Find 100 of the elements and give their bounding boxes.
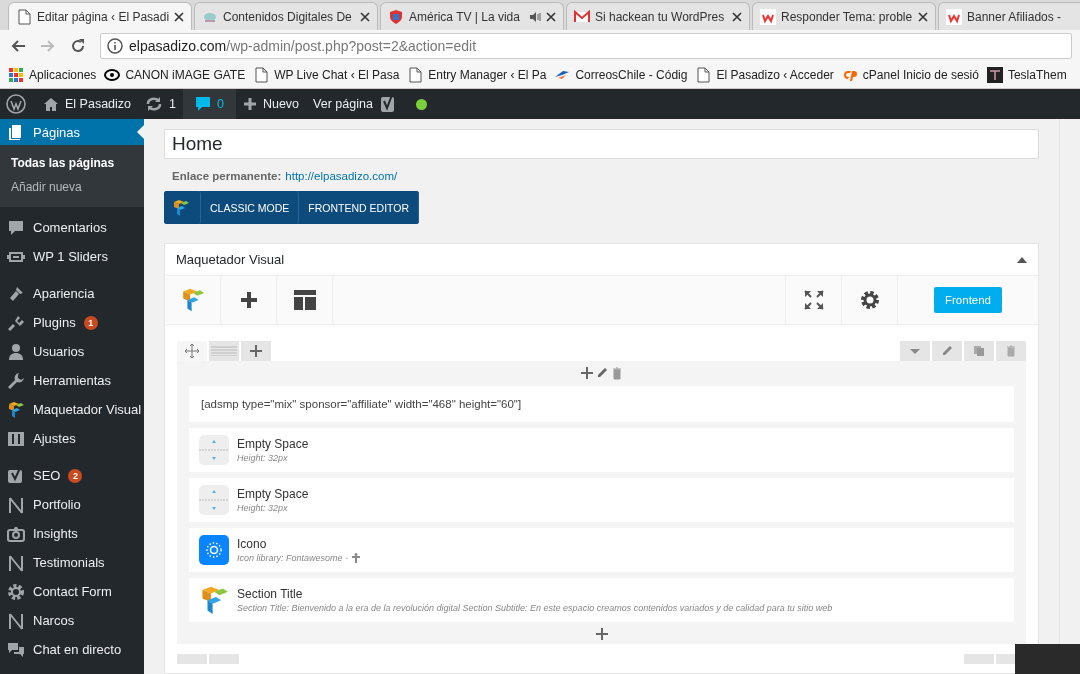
- comments-link[interactable]: 0: [182, 89, 236, 119]
- submenu-item[interactable]: Todas las páginas: [0, 151, 144, 175]
- shield-icon: [388, 8, 404, 25]
- n-logo-icon: [7, 495, 25, 514]
- element-card[interactable]: Empty Space Height: 32px: [189, 428, 1014, 472]
- bookmark[interactable]: CorreosChile - Códig: [554, 67, 688, 83]
- add-column-button[interactable]: [241, 341, 271, 361]
- submenu-item[interactable]: Añadir nueva: [0, 175, 144, 199]
- sidebar-item[interactable]: Plugins 1: [0, 308, 144, 337]
- n-logo-icon: [7, 553, 25, 572]
- sidebar-item[interactable]: WP 1 Sliders: [0, 242, 144, 271]
- drag-handle[interactable]: [177, 654, 207, 664]
- element-card[interactable]: Empty Space Height: 32px: [189, 478, 1014, 522]
- plus-icon[interactable]: [580, 367, 593, 379]
- spacer-icon: [199, 485, 229, 515]
- bookmark[interactable]: El Pasadizo ‹ Acceder: [695, 67, 834, 83]
- browser-tab[interactable]: América TV | La vida: [380, 2, 564, 30]
- browser-tab[interactable]: Responder Tema: proble: [752, 2, 936, 30]
- close-icon[interactable]: [174, 11, 185, 22]
- bookmark[interactable]: TeslaThem: [986, 67, 1067, 83]
- eye-icon: [104, 67, 121, 83]
- browser-tab[interactable]: Contenidos Digitales De: [194, 2, 378, 30]
- speaker-icon: [529, 10, 541, 23]
- copy-icon: [973, 345, 985, 357]
- sidebar-item[interactable]: SEO 2: [0, 461, 144, 490]
- new-link[interactable]: Nuevo: [235, 89, 307, 119]
- sidebar-item[interactable]: Páginas: [0, 119, 144, 145]
- plug-icon: [7, 313, 25, 332]
- collapse-caret-icon[interactable]: [1017, 256, 1027, 263]
- element-title: Empty Space: [237, 487, 309, 501]
- close-icon[interactable]: [546, 11, 556, 22]
- sidebar-item[interactable]: Testimonials: [0, 548, 144, 577]
- element-card[interactable]: Icono Icon library: Fontawesome -: [189, 528, 1014, 572]
- wordpress-logo-icon[interactable]: [6, 94, 26, 114]
- document-icon: [695, 67, 712, 83]
- sidebar-item[interactable]: Insights: [0, 519, 144, 548]
- settings-icon: [859, 290, 880, 310]
- toggle-row-button[interactable]: [900, 341, 930, 361]
- permalink-link[interactable]: http://elpasadizo.com/: [285, 170, 398, 182]
- reload-icon[interactable]: [70, 38, 86, 54]
- element-detail: Icon library: Fontawesome -: [237, 553, 349, 563]
- element-card[interactable]: [adsmp type="mix" sponsor="affiliate" width="468" height="60"]: [189, 386, 1014, 422]
- bookmark[interactable]: cPanel Inicio de sesió: [841, 67, 979, 83]
- element-card[interactable]: Section Title Section Title: Bienvenido a la era de la revolución digital Section Subtitle: En este espacio creamos contenidos variados y de calidad para tu sitio web: [189, 578, 1014, 622]
- sidebar-item[interactable]: Comentarios: [0, 213, 144, 242]
- figure-icon: [352, 553, 361, 563]
- close-icon[interactable]: [360, 11, 370, 22]
- bookmark[interactable]: WP Live Chat ‹ El Pasa: [253, 67, 400, 83]
- settings-icon: [7, 582, 25, 601]
- edit-row-button[interactable]: [932, 341, 962, 361]
- refresh-icon: [145, 96, 163, 112]
- pencil-icon[interactable]: [595, 367, 608, 379]
- element-detail: Height: 32px: [237, 503, 288, 513]
- plus-icon[interactable]: [595, 628, 608, 640]
- bookmark[interactable]: Aplicaciones: [8, 67, 97, 83]
- element-detail: Height: 32px: [237, 453, 288, 463]
- info-icon: [107, 38, 123, 54]
- url-text: elpasadizo.com/wp-admin/post.php?post=2&action=edit: [129, 38, 477, 54]
- sun-icon: [199, 535, 229, 565]
- sidebar-item[interactable]: Chat en directo: [0, 635, 144, 664]
- sidebar-item[interactable]: Herramientas: [0, 366, 144, 395]
- trash-icon[interactable]: [610, 367, 623, 380]
- plus-icon: [250, 345, 262, 357]
- drag-handle[interactable]: [177, 341, 207, 361]
- count-badge: 1: [83, 315, 98, 330]
- sidebar-item[interactable]: Ajustes: [0, 424, 144, 453]
- logo-button[interactable]: [164, 191, 201, 224]
- sidebar-item[interactable]: Maquetador Visual: [0, 395, 144, 424]
- spacer-icon: [199, 435, 229, 465]
- n-logo-icon: [7, 611, 25, 630]
- document-icon: [253, 67, 270, 83]
- view-page-link[interactable]: Ver página: [306, 89, 380, 119]
- sidebar-item[interactable]: Apariencia: [0, 279, 144, 308]
- back-arrow-icon[interactable]: [10, 38, 26, 54]
- pencil-icon: [941, 345, 953, 357]
- site-name-link[interactable]: El Pasadizo: [36, 89, 138, 119]
- sidebar-item[interactable]: Usuarios: [0, 337, 144, 366]
- title-field[interactable]: Home: [164, 129, 1039, 159]
- element-detail: Section Title: Bienvenido a la era de la revolución digital Section Subtitle: En este espacio creamos contenidos variados y de calidad para tu sitio web: [237, 603, 833, 613]
- yoast-logo-icon[interactable]: [379, 94, 396, 114]
- trash-icon: [1005, 345, 1017, 357]
- element-title: Section Title: [237, 587, 304, 601]
- close-icon[interactable]: [732, 11, 742, 22]
- browser-tab[interactable]: Si hackean tu WordPres: [566, 2, 750, 30]
- expand-arrows-icon: [803, 290, 824, 310]
- document-icon: [407, 67, 424, 83]
- bookmark[interactable]: CANON iMAGE GATE: [104, 67, 246, 83]
- address-bar[interactable]: elpasadizo.com/wp-admin/post.php?post=2&action=edit: [100, 33, 1072, 59]
- sidebar-item[interactable]: Portfolio: [0, 490, 144, 519]
- speech-bubble-icon: [194, 96, 211, 112]
- bookmark[interactable]: Entry Manager ‹ El Pa: [407, 67, 547, 83]
- browser-tab[interactable]: Banner Afiliados -: [938, 2, 1080, 30]
- sidebar-item[interactable]: Contact Form: [0, 577, 144, 606]
- user-icon: [7, 342, 25, 361]
- close-icon[interactable]: [918, 11, 928, 22]
- updates-link[interactable]: 1: [138, 89, 183, 119]
- browser-tab[interactable]: Editar página ‹ El Pasadi: [8, 2, 192, 30]
- sidebar-item[interactable]: Narcos: [0, 606, 144, 635]
- popup-panel: [1015, 644, 1080, 674]
- plus-icon: [239, 291, 258, 309]
